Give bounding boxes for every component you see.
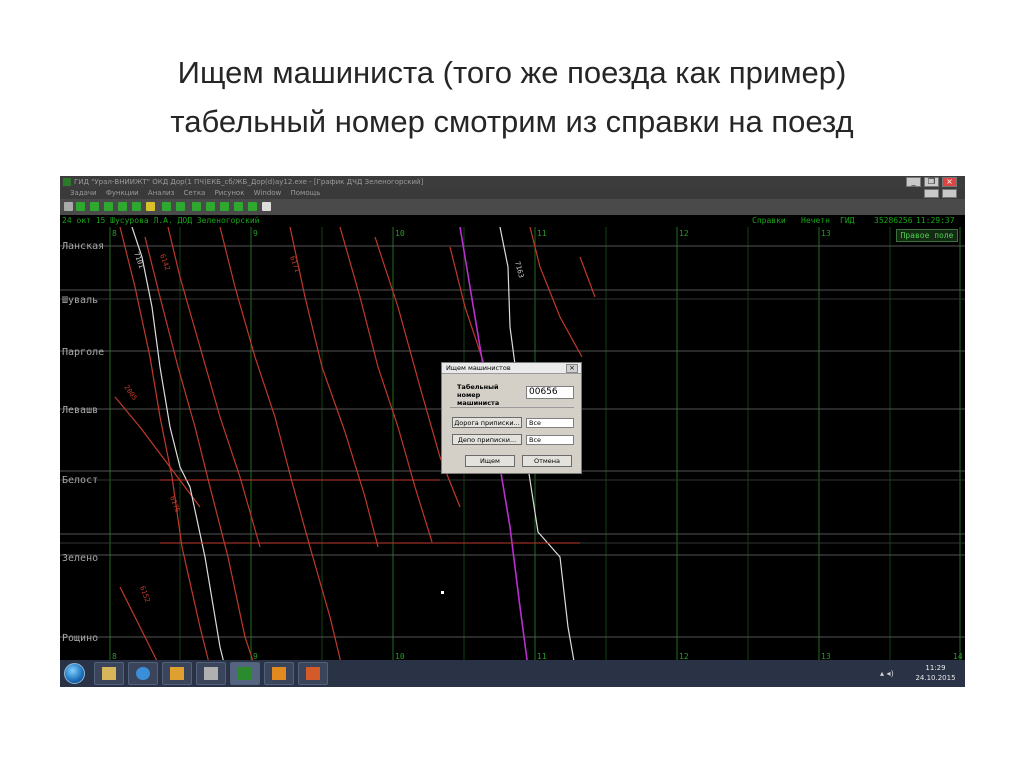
window-title: ГИД "Урал-ВНИИЖТ" ОКД Дор(1 ПЧ)ЕКБ_сб/ЖБ… <box>74 178 424 186</box>
taskbar-gid[interactable] <box>230 662 260 685</box>
taskbar-media[interactable] <box>264 662 294 685</box>
status-bar: 24 окт 15 Шусурова Л.А. ДОД Зеленогорски… <box>60 215 965 227</box>
list-icon[interactable] <box>206 202 215 211</box>
menu-item-analysis[interactable]: Анализ <box>148 189 174 197</box>
search-icon[interactable] <box>220 202 229 211</box>
taskbar-tools[interactable] <box>196 662 226 685</box>
cancel-button[interactable]: Отмена <box>522 455 572 467</box>
taskbar-explorer[interactable] <box>94 662 124 685</box>
dialog-title: Ищем машинистов <box>442 363 581 374</box>
status-nech-link[interactable]: Нечетн <box>801 215 830 227</box>
depot-field[interactable]: Все <box>526 435 574 445</box>
menu-item-tasks[interactable]: Задачи <box>70 189 97 197</box>
app-orange-icon <box>170 667 184 680</box>
mark-icon[interactable] <box>146 202 155 211</box>
start-button[interactable] <box>64 663 85 684</box>
print-icon[interactable] <box>64 202 73 211</box>
station-label: Левашв <box>62 405 98 416</box>
train-number-label: 6142 <box>158 253 171 272</box>
taskbar-powerpoint[interactable] <box>298 662 328 685</box>
menu-bar: Задачи Функции Анализ Сетка Рисунок Wind… <box>60 188 965 199</box>
media-icon <box>272 667 286 680</box>
filter-icon[interactable] <box>192 202 201 211</box>
app-icon <box>63 178 71 186</box>
road-field[interactable]: Все <box>526 418 574 428</box>
hour-label: 11 <box>537 229 547 238</box>
station-label: Зелено <box>62 553 98 564</box>
train-number-label: 6171 <box>288 255 301 274</box>
toolbar <box>60 199 965 215</box>
hour-label: 13 <box>821 229 831 238</box>
menu-item-picture[interactable]: Рисунок <box>215 189 245 197</box>
tools-icon <box>204 667 218 680</box>
taskbar: ▴ ◂) 11:29 24.10.2015 <box>60 660 965 687</box>
clock-time: 11:29 <box>925 664 946 672</box>
taskbar-app-orange[interactable] <box>162 662 192 685</box>
station-label: Рощино <box>62 633 98 644</box>
ie-icon <box>136 667 150 680</box>
mdi-close-button[interactable] <box>942 189 957 198</box>
station-label: Белост <box>62 475 98 486</box>
search-driver-dialog: Ищем машинистов × Табельный номер машини… <box>441 362 582 474</box>
road-select-button[interactable]: Дорога приписки... <box>452 417 522 428</box>
hour-label: 12 <box>679 229 689 238</box>
train-number-label: 6175 <box>168 495 181 514</box>
station-label: Ланская <box>62 241 104 252</box>
app-screenshot: ГИД "Урал-ВНИИЖТ" ОКД Дор(1 ПЧ)ЕКБ_сб/ЖБ… <box>60 176 965 687</box>
graph-cursor <box>441 591 444 594</box>
status-clock: 11:29:37 <box>916 216 955 225</box>
status-date-operator: 24 окт 15 Шусурова Л.А. ДОД Зеленогорски… <box>62 216 260 225</box>
menu-item-window[interactable]: Window <box>254 189 282 197</box>
menu-item-grid[interactable]: Сетка <box>184 189 206 197</box>
status-sprav-link[interactable]: Справки <box>752 215 786 227</box>
arrow-right-icon[interactable] <box>176 202 185 211</box>
mdi-restore-button[interactable] <box>924 189 939 198</box>
tab-number-input[interactable]: 00656 <box>526 386 574 399</box>
arrow-left-icon[interactable] <box>162 202 171 211</box>
slide-title: Ищем машиниста (того же поезда как приме… <box>0 48 1024 146</box>
folder-icon <box>102 667 116 680</box>
train-number-label: 6152 <box>138 585 151 604</box>
forward-icon[interactable] <box>104 202 113 211</box>
gid-icon <box>238 667 252 680</box>
restore-button[interactable]: ❐ <box>924 177 939 187</box>
tab-number-label: Табельный номер машиниста <box>457 383 500 407</box>
hour-label: 8 <box>112 229 117 238</box>
train-number-label: 7101 <box>132 251 145 270</box>
search-button[interactable]: Ищем <box>465 455 515 467</box>
slide-title-line-2: табельный номер смотрим из справки на по… <box>170 104 854 139</box>
hour-label: 10 <box>395 229 405 238</box>
zoom-in-icon[interactable] <box>118 202 127 211</box>
status-gid-link[interactable]: ГИД <box>840 215 854 227</box>
taskbar-ie[interactable] <box>128 662 158 685</box>
clock-date: 24.10.2015 <box>915 674 956 682</box>
menu-item-functions[interactable]: Функции <box>106 189 139 197</box>
move-icon[interactable] <box>90 202 99 211</box>
status-counter: 35286256 <box>874 216 913 225</box>
slide-title-line-1: Ищем машиниста (того же поезда как приме… <box>177 55 847 90</box>
window-titlebar: ГИД "Урал-ВНИИЖТ" ОКД Дор(1 ПЧ)ЕКБ_сб/ЖБ… <box>60 176 965 188</box>
train-number-label: 2005 <box>122 384 138 402</box>
minimize-button[interactable]: _ <box>906 177 921 187</box>
dialog-close-button[interactable]: × <box>566 364 578 373</box>
powerpoint-icon <box>306 667 320 680</box>
zoom-out-icon[interactable] <box>132 202 141 211</box>
train-number-label: 7163 <box>513 260 525 278</box>
dialog-separator <box>450 407 574 408</box>
depot-select-button[interactable]: Депо приписки... <box>452 434 522 445</box>
export-icon[interactable] <box>248 202 257 211</box>
menu-item-help[interactable]: Помощь <box>291 189 321 197</box>
back-icon[interactable] <box>76 202 85 211</box>
system-clock[interactable]: 11:29 24.10.2015 <box>906 660 965 687</box>
station-label: Парголе <box>62 347 104 358</box>
hour-label: 9 <box>253 229 258 238</box>
close-window-button[interactable]: × <box>942 177 957 187</box>
tools-icon[interactable] <box>234 202 243 211</box>
tray-icons[interactable]: ▴ ◂) <box>880 669 904 678</box>
station-label: Шуваль <box>62 295 98 306</box>
document-icon[interactable] <box>262 202 271 211</box>
